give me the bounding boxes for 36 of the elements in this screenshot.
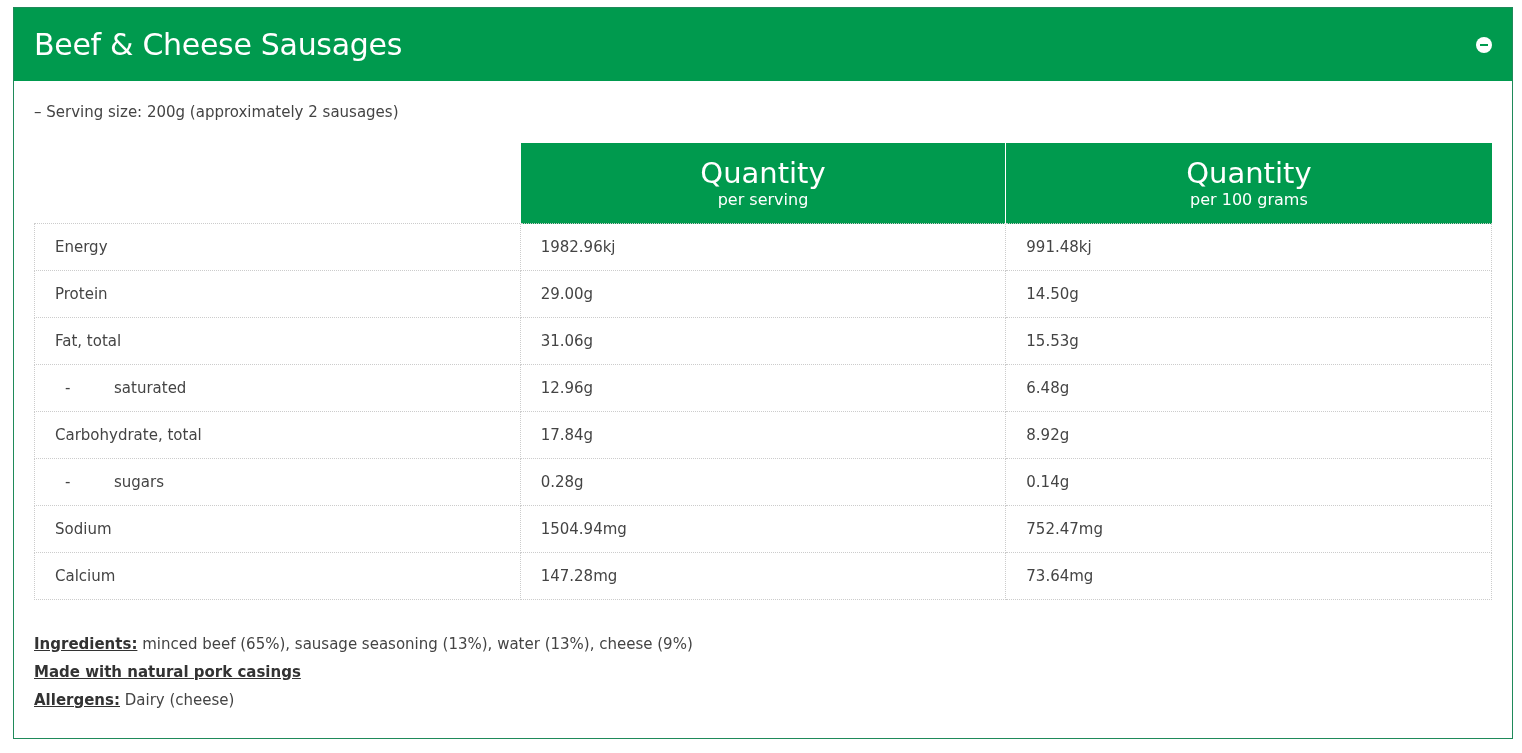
collapse-icon[interactable] — [1476, 36, 1492, 53]
table-cell: 15.53g — [1026, 332, 1079, 350]
dash-text: - — [64, 473, 72, 491]
nutrient-label: sugars — [114, 473, 165, 491]
column-subheading: per serving — [716, 190, 810, 210]
column-heading: Quantity — [699, 156, 827, 190]
table-cell: 73.64mg — [1026, 567, 1094, 585]
table-cell: 0.28g — [540, 473, 584, 491]
table-cell: 17.84g — [540, 426, 594, 444]
table-cell: 31.06g — [540, 332, 594, 350]
table-cell: 12.96g — [540, 379, 594, 397]
table-cell: 1982.96kj — [540, 238, 616, 256]
table-cell: 1504.94mg — [540, 520, 627, 538]
nutrient-label: Protein — [55, 285, 108, 303]
ingredient-note: Ingredients: minced beef (65%), sausage seasoning (13%), water (13%), cheese (9%) — [34, 634, 694, 655]
ingredient-note: Made with natural pork casings — [34, 662, 302, 683]
nutrient-label: Sodium — [55, 520, 112, 538]
nutrient-label: Calcium — [55, 567, 116, 585]
column-subheading: per 100 grams — [1189, 190, 1309, 210]
serving-size-text: – Serving size: 200g (approximately 2 sausages) — [34, 103, 400, 121]
nutrient-label: Energy — [55, 238, 108, 256]
table-cell: 8.92g — [1026, 426, 1070, 444]
nutrient-label: Fat, total — [55, 332, 122, 350]
ingredient-note: Allergens: Dairy (cheese) — [34, 690, 236, 711]
panel-title: Beef & Cheese Sausages — [34, 27, 402, 62]
dash-text: - — [64, 379, 72, 397]
nutrient-label: Carbohydrate, total — [55, 426, 202, 444]
table-cell: 6.48g — [1026, 379, 1070, 397]
nutrient-label: saturated — [114, 379, 187, 397]
column-heading: Quantity — [1185, 156, 1313, 190]
table-cell: 29.00g — [540, 285, 594, 303]
table-cell: 752.47mg — [1026, 520, 1103, 538]
table-cell: 0.14g — [1026, 473, 1070, 491]
table-cell: 991.48kj — [1026, 238, 1092, 256]
table-cell: 14.50g — [1026, 285, 1079, 303]
table-cell: 147.28mg — [540, 567, 618, 585]
